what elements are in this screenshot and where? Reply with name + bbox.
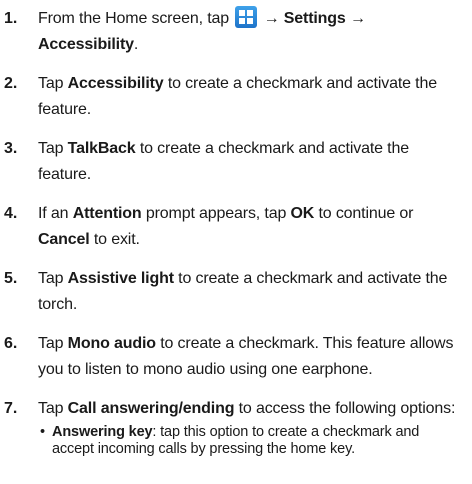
step-2: 2. Tap Accessibility to create a checkma…: [4, 71, 462, 123]
apps-grid-icon: [235, 6, 258, 28]
step-number: 1.: [4, 10, 18, 27]
step-1: 1. From the Home screen, tap → Settings …: [4, 6, 462, 58]
arrow-icon: →: [349, 10, 366, 27]
talkback-term: TalkBack: [67, 140, 136, 157]
step-5: 5. Tap Assistive light to create a check…: [4, 266, 462, 318]
accessibility-term: Accessibility: [67, 75, 164, 92]
ok-term: OK: [290, 205, 315, 222]
settings-label: Settings: [283, 10, 346, 27]
step-6: 6. Tap Mono audio to create a checkmark.…: [4, 331, 462, 383]
answering-key-term: Answering key: [52, 424, 153, 440]
accessibility-label: Accessibility: [38, 36, 134, 53]
step-text: Tap Mono audio to create a checkmark. Th…: [38, 335, 454, 378]
steps-list: 1. From the Home screen, tap → Settings …: [4, 6, 462, 458]
bullet-icon: •: [40, 424, 45, 440]
step-number: 2.: [4, 75, 18, 92]
step-number: 7.: [4, 400, 18, 417]
cancel-term: Cancel: [38, 231, 90, 248]
step-7: 7. Tap Call answering/ending to access t…: [4, 396, 462, 458]
step-text: Tap Accessibility to create a checkmark …: [38, 75, 437, 118]
step-text: Tap Assistive light to create a checkmar…: [38, 270, 448, 313]
step-text: Tap Call answering/ending to access the …: [38, 396, 462, 458]
step-text: Tap TalkBack to create a checkmark and a…: [38, 140, 409, 183]
attention-term: Attention: [72, 205, 142, 222]
instructions-document: 1. From the Home screen, tap → Settings …: [0, 0, 472, 458]
step-4: 4. If an Attention prompt appears, tap O…: [4, 201, 462, 253]
assistive-light-term: Assistive light: [67, 270, 174, 287]
step-text: From the Home screen, tap → Settings → A…: [38, 6, 366, 58]
step-number: 5.: [4, 270, 18, 287]
step-3: 3. Tap TalkBack to create a checkmark an…: [4, 136, 462, 188]
sub-options-list: • Answering key: tap this option to crea…: [38, 424, 462, 458]
step-number: 3.: [4, 140, 18, 157]
arrow-icon: →: [263, 10, 280, 27]
step-number: 4.: [4, 205, 18, 222]
call-answering-term: Call answering/ending: [67, 400, 235, 417]
list-item: • Answering key: tap this option to crea…: [40, 424, 420, 457]
mono-audio-term: Mono audio: [67, 335, 156, 352]
step-number: 6.: [4, 335, 18, 352]
step-text: If an Attention prompt appears, tap OK t…: [38, 205, 414, 248]
